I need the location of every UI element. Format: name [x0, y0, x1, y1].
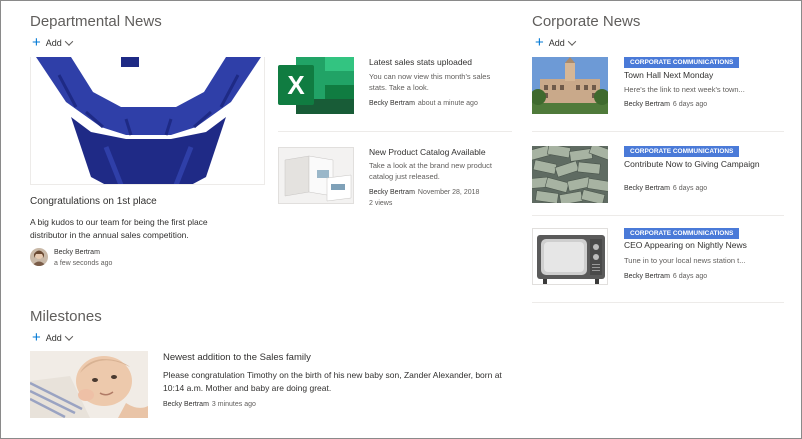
milestones-add-button[interactable]: + Add: [32, 329, 74, 346]
excel-icon: X: [278, 57, 354, 114]
ribbon-rosette-image: [31, 57, 264, 184]
news-item-time: 6 days ago: [672, 185, 708, 192]
departmental-news-title: Departmental News: [30, 13, 162, 30]
news-item-author[interactable]: Becky Bertram: [624, 185, 670, 192]
news-item-meta: Becky Bertram 6 days ago: [624, 185, 707, 192]
news-item-author[interactable]: Becky Bertram: [369, 189, 415, 196]
television-image: [533, 229, 607, 284]
milestone-author[interactable]: Becky Bertram: [163, 401, 209, 408]
town-hall-thumbnail[interactable]: [532, 57, 608, 114]
milestone-description: Please congratulation Timothy on the bir…: [163, 370, 502, 393]
divider: [532, 302, 784, 303]
excel-thumbnail[interactable]: X: [278, 57, 354, 114]
divider: [532, 131, 784, 132]
building-image: [532, 57, 608, 114]
news-item-views: 2 views: [369, 200, 393, 207]
news-item-time: about a minute ago: [417, 100, 478, 107]
plus-icon: +: [535, 34, 544, 51]
news-item-title[interactable]: Contribute Now to Giving Campaign: [624, 158, 764, 170]
giving-campaign-thumbnail[interactable]: [532, 146, 608, 203]
news-item-meta: Becky Bertram 6 days ago: [624, 273, 707, 280]
catalog-image: [279, 148, 353, 203]
milestones-title: Milestones: [30, 308, 102, 325]
hero-author-name[interactable]: Becky Bertram: [54, 249, 100, 256]
baby-photo: [30, 351, 148, 418]
news-item-time: 6 days ago: [672, 101, 708, 108]
category-badge[interactable]: CORPORATE COMMUNICATIONS: [624, 57, 740, 68]
news-item-description: Tune in to your local news station t...: [624, 256, 746, 265]
news-item-time: 6 days ago: [672, 273, 708, 280]
chevron-down-icon: [64, 37, 74, 46]
corporate-news-title: Corporate News: [532, 13, 641, 30]
news-item-title[interactable]: New Product Catalog Available: [369, 147, 486, 157]
hero-news-image[interactable]: [30, 57, 265, 185]
milestone-time: 3 minutes ago: [211, 401, 256, 408]
news-item-title[interactable]: CEO Appearing on Nightly News: [624, 240, 747, 250]
corporate-add-button[interactable]: + Add: [535, 34, 577, 51]
divider: [278, 131, 512, 132]
add-label: Add: [45, 38, 62, 48]
chevron-down-icon: [567, 37, 577, 46]
plus-icon: +: [32, 329, 41, 346]
svg-text:X: X: [287, 70, 305, 100]
avatar: [30, 248, 48, 266]
add-label: Add: [45, 333, 62, 343]
news-item-author[interactable]: Becky Bertram: [624, 273, 670, 280]
hero-post-time: a few seconds ago: [54, 260, 113, 267]
nightly-news-thumbnail[interactable]: [532, 228, 608, 285]
hero-news-description: A big kudos to our team for being the fi…: [30, 217, 208, 240]
news-item-meta: Becky Bertram about a minute ago: [369, 100, 478, 107]
news-item-author[interactable]: Becky Bertram: [624, 101, 670, 108]
news-item-description: You can now view this month's sales stat…: [369, 72, 491, 92]
baby-thumbnail[interactable]: [30, 351, 148, 418]
news-item-description: Here's the link to next week's town...: [624, 85, 745, 94]
news-item-time: November 28, 2018: [417, 189, 480, 196]
hero-news-title[interactable]: Congratulations on 1st place: [30, 196, 157, 207]
departmental-add-button[interactable]: + Add: [32, 34, 74, 51]
milestone-title[interactable]: Newest addition to the Sales family: [163, 352, 311, 363]
news-item-meta: Becky Bertram 6 days ago: [624, 101, 707, 108]
news-item-title[interactable]: Town Hall Next Monday: [624, 70, 713, 80]
category-badge[interactable]: CORPORATE COMMUNICATIONS: [624, 146, 740, 157]
category-badge[interactable]: CORPORATE COMMUNICATIONS: [624, 228, 740, 239]
news-item-title[interactable]: Latest sales stats uploaded: [369, 57, 472, 67]
chevron-down-icon: [64, 332, 74, 341]
divider: [532, 215, 784, 216]
milestone-meta: Becky Bertram 3 minutes ago: [163, 401, 256, 408]
add-label: Add: [548, 38, 565, 48]
news-item-author[interactable]: Becky Bertram: [369, 100, 415, 107]
news-item-description: Take a look at the brand new product cat…: [369, 161, 492, 181]
money-image: [532, 146, 608, 203]
plus-icon: +: [32, 34, 41, 51]
news-item-meta: Becky Bertram November 28, 2018: [369, 189, 479, 196]
catalog-thumbnail[interactable]: [278, 147, 354, 204]
